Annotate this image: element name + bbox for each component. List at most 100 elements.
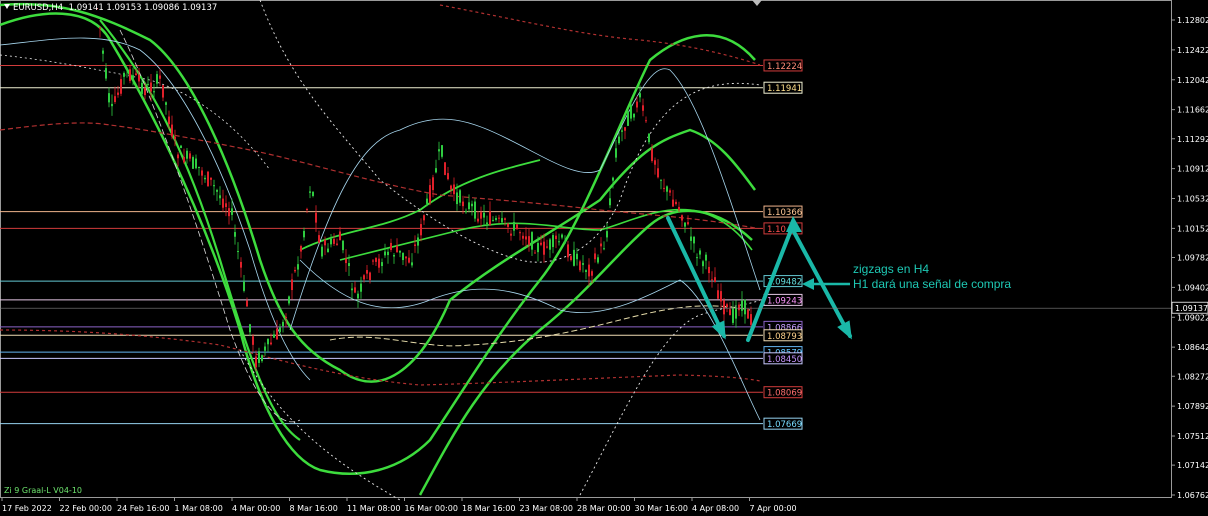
candle-body [216, 189, 218, 192]
price-tick-label: 1.12042 [1177, 76, 1208, 85]
candle-body [303, 230, 305, 238]
candle-body [345, 258, 347, 264]
candle-body [477, 218, 479, 222]
symbol-header[interactable]: EURUSD,H4 1.09141 1.09153 1.09086 1.0913… [4, 3, 217, 13]
candle-body [738, 304, 740, 311]
price-chart[interactable]: 1.122241.119411.103661.101.094821.092431… [0, 0, 1208, 516]
candle-body [324, 239, 326, 246]
annotation-line-1: zigzags en H4 [853, 262, 930, 276]
time-tick-label: 18 Mar 16:00 [462, 504, 515, 513]
candle-body [420, 224, 422, 236]
candle-body [156, 74, 158, 84]
time-tick-label: 16 Mar 00:00 [405, 504, 458, 513]
candle-body [375, 258, 377, 262]
candle-body [513, 221, 515, 231]
candle-body [144, 87, 146, 96]
candle-body [288, 296, 290, 304]
candle-body [519, 232, 521, 234]
candle-body [645, 120, 647, 122]
price-tick-label: 1.11662 [1177, 106, 1208, 115]
candle-body [594, 253, 596, 260]
indicator-label: Zi 9 Graal-L V04-10 [4, 486, 82, 495]
candle-body [297, 264, 299, 270]
candle-body [669, 190, 671, 193]
candle-body [285, 316, 287, 319]
candle-body [483, 212, 485, 218]
candle-body [123, 72, 125, 77]
candle-body [555, 235, 557, 240]
candle-body [501, 218, 503, 223]
candle-body [168, 116, 170, 125]
candle-body [540, 242, 542, 245]
candle-body [234, 232, 236, 237]
candle-body [261, 355, 263, 362]
time-tick-label: 8 Mar 16:00 [290, 504, 338, 513]
candle-body [342, 240, 344, 251]
candle-body [561, 234, 563, 238]
candle-body [447, 173, 449, 180]
candle-body [306, 209, 308, 211]
candle-body [336, 243, 338, 245]
candle-body [321, 246, 323, 257]
dropdown-triangle-icon[interactable] [4, 4, 10, 9]
candle-body [531, 232, 533, 250]
candle-body [369, 272, 371, 280]
candle-body [120, 79, 122, 94]
price-tick-label: 1.09402 [1177, 283, 1208, 292]
candle-body [276, 328, 278, 340]
candle-body [411, 262, 413, 266]
candle-body [174, 136, 176, 140]
candle-body [354, 287, 356, 293]
candle-body [282, 321, 284, 327]
candle-body [138, 74, 140, 82]
candle-body [210, 177, 212, 180]
candle-body [333, 238, 335, 244]
candle-body [660, 179, 662, 181]
candle-body [690, 236, 692, 241]
time-tick-label: 23 Mar 08:00 [520, 504, 573, 513]
candle-body [708, 266, 710, 274]
candle-body [711, 279, 713, 281]
candle-body [198, 166, 200, 169]
time-tick-label: 30 Mar 16:00 [635, 504, 688, 513]
candle-body [126, 68, 128, 70]
candle-body [129, 69, 131, 81]
price-tick-label: 1.07892 [1177, 402, 1208, 411]
candle-body [192, 157, 194, 169]
candle-body [489, 211, 491, 225]
candle-body [522, 235, 524, 239]
candle-body [603, 248, 605, 250]
candle-body [318, 235, 320, 243]
candle-body [327, 248, 329, 253]
candle-body [246, 300, 248, 307]
candle-body [180, 145, 182, 149]
candle-body [654, 160, 656, 165]
candle-body [258, 351, 260, 363]
candle-body [171, 124, 173, 137]
price-tick-label: 1.10152 [1177, 224, 1208, 233]
candle-body [435, 168, 437, 173]
candle-body [567, 244, 569, 258]
candle-body [717, 290, 719, 299]
candle-body [207, 171, 209, 187]
candle-body [219, 195, 221, 199]
chart-shift-marker-icon[interactable] [752, 0, 762, 6]
candle-body [240, 261, 242, 268]
candle-body [549, 239, 551, 250]
candle-body [582, 263, 584, 265]
candle-body [330, 238, 332, 245]
chart-annotation: zigzags en H4 H1 dará una señal de compr… [853, 262, 1011, 292]
candle-body [300, 245, 302, 252]
candle-body [405, 256, 407, 259]
candle-body [186, 150, 188, 159]
candle-body [600, 243, 602, 247]
candle-body [624, 127, 626, 131]
candle-body [294, 269, 296, 272]
level-label: 1.08450 [767, 355, 802, 365]
candle-body [732, 307, 734, 323]
candle-body [687, 222, 689, 225]
candle-body [408, 257, 410, 263]
candle-body [480, 212, 482, 219]
candle-body [381, 262, 383, 267]
candle-body [426, 198, 428, 204]
